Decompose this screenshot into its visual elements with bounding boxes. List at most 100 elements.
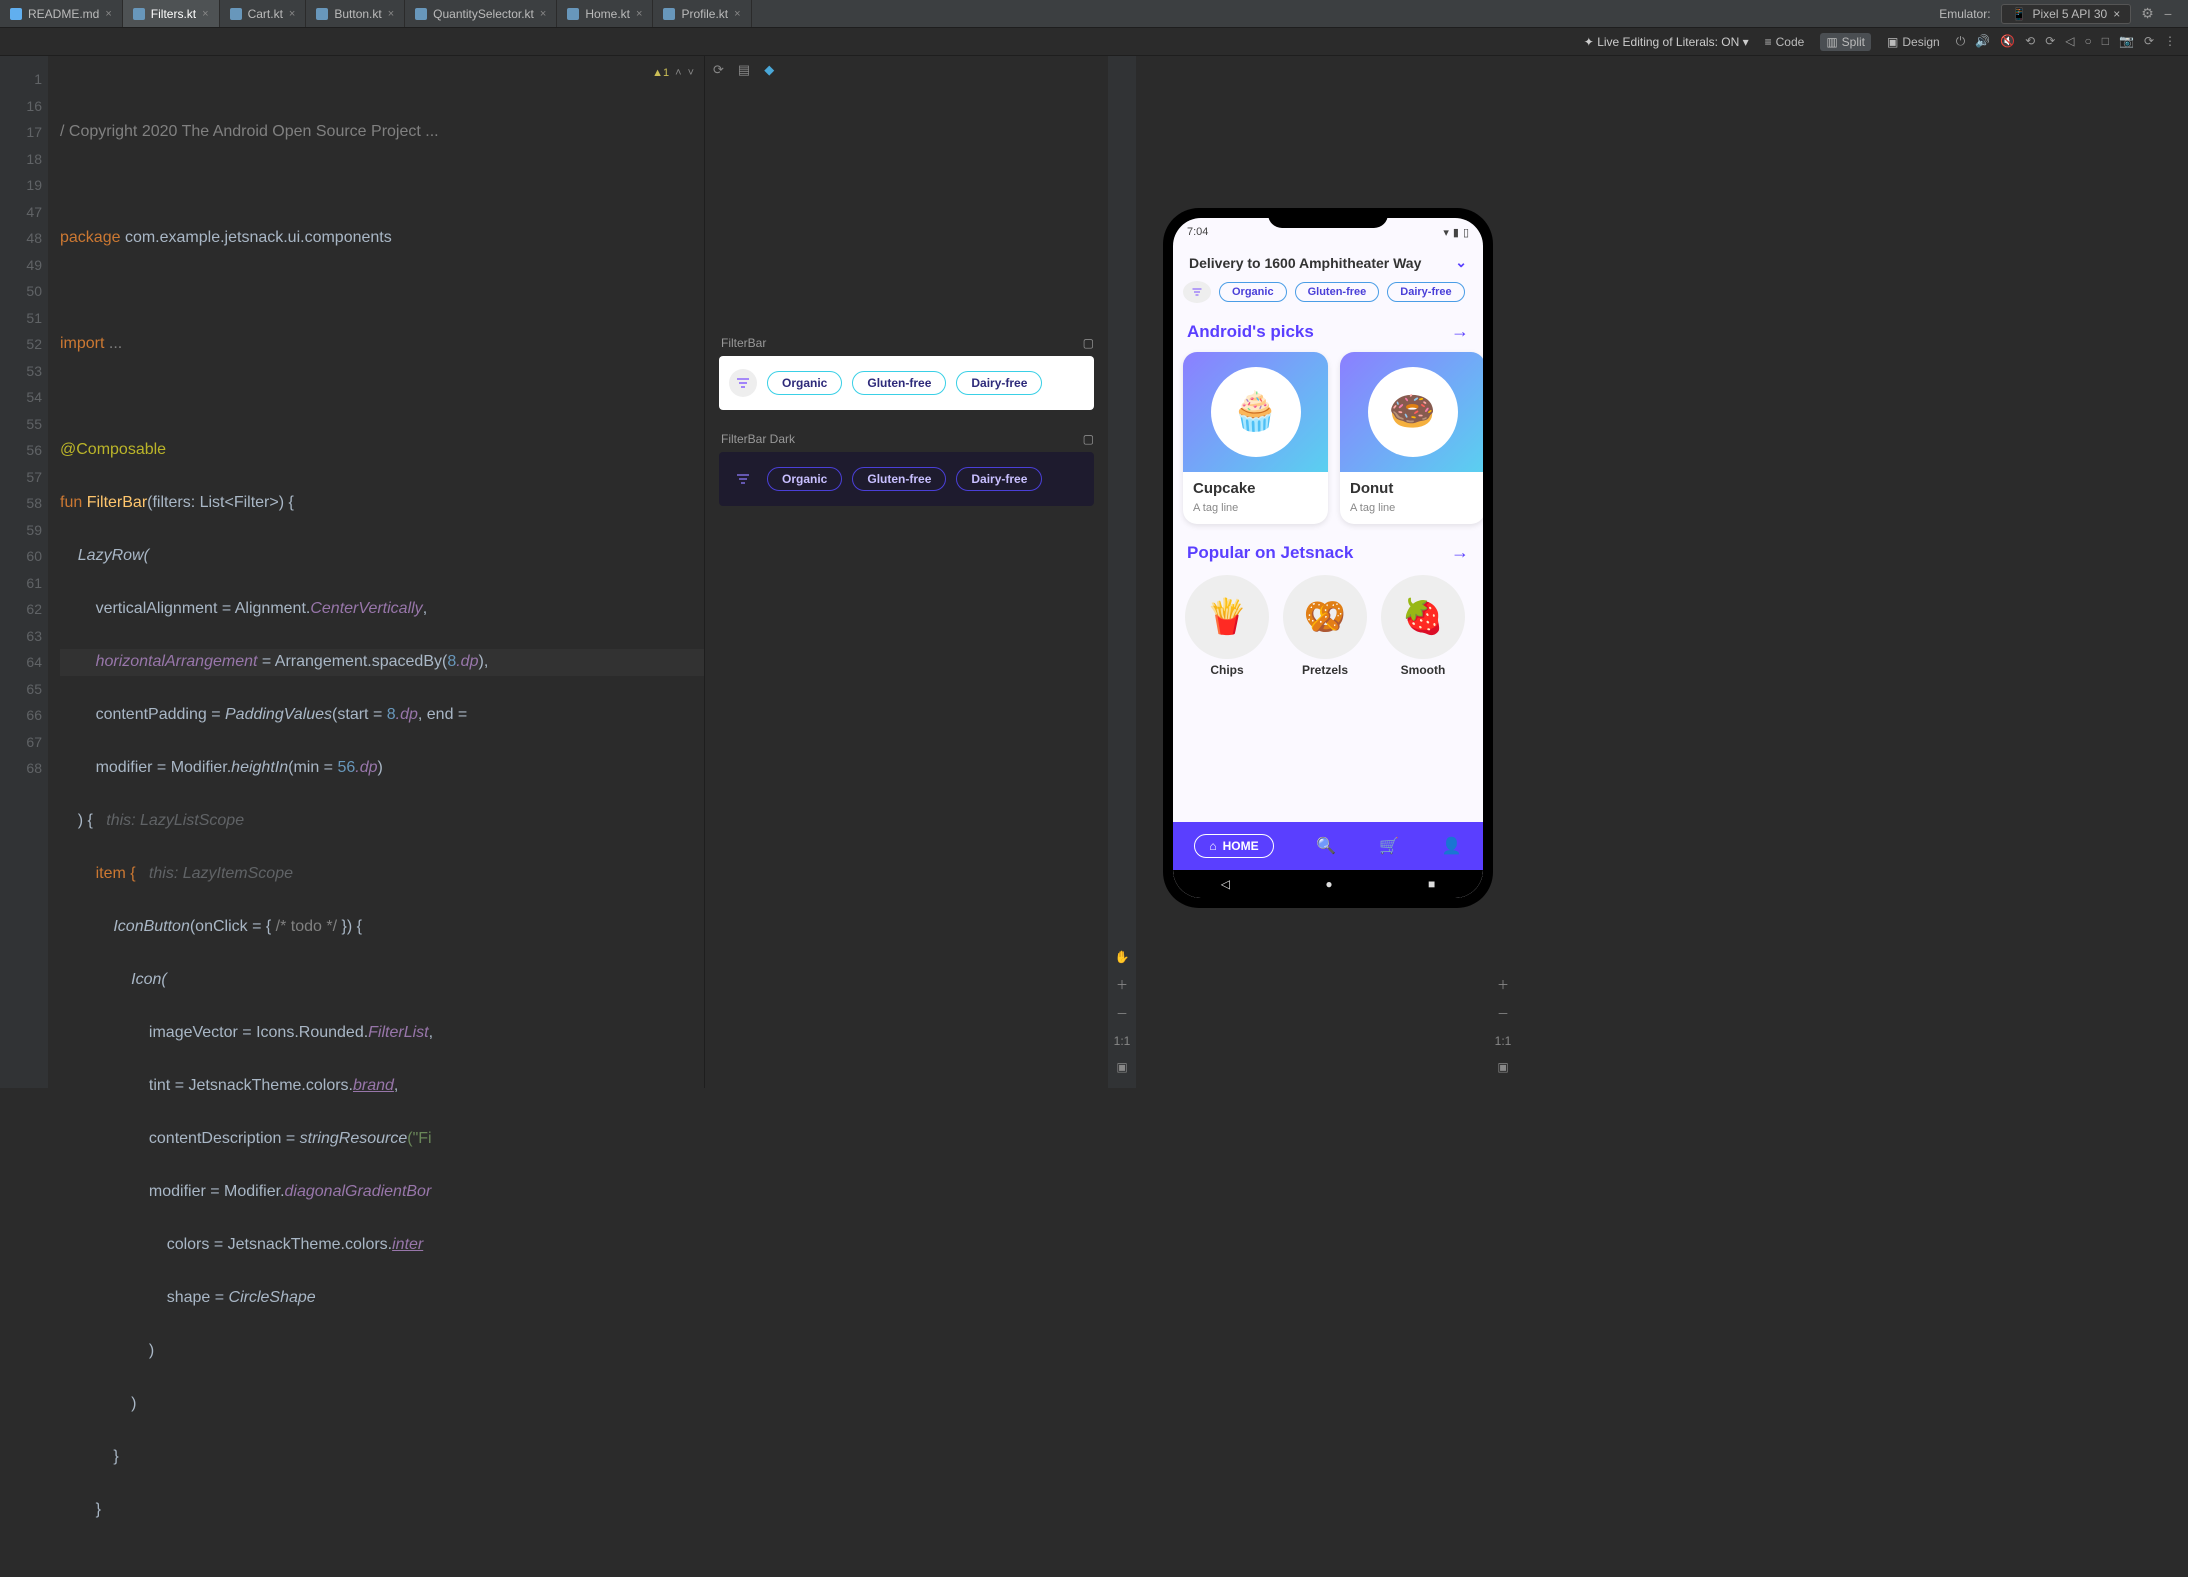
popular-item[interactable]: 🍟 Chips bbox=[1185, 575, 1269, 677]
chevron-up-icon[interactable]: ˄ bbox=[675, 60, 681, 87]
tab-filters[interactable]: Filters.kt × bbox=[123, 0, 220, 27]
snack-tagline: A tag line bbox=[1193, 502, 1238, 514]
zoom-in-icon[interactable]: ＋ bbox=[1497, 976, 1509, 993]
fit-screen-icon[interactable]: ▣ bbox=[1116, 1060, 1127, 1074]
tab-label: README.md bbox=[28, 7, 99, 21]
zoom-in-icon[interactable]: ＋ bbox=[1116, 976, 1128, 993]
filter-chip[interactable]: Dairy-free bbox=[956, 371, 1042, 395]
inspection-badges[interactable]: ▲1 ˄ ˅ bbox=[652, 60, 694, 87]
snack-card[interactable]: 🧁 CupcakeA tag line bbox=[1183, 352, 1328, 524]
close-icon[interactable]: × bbox=[636, 8, 642, 20]
nav-cart-icon[interactable]: 🛒 bbox=[1379, 836, 1399, 856]
filter-chip[interactable]: Gluten-free bbox=[1295, 282, 1380, 302]
tab-home[interactable]: Home.kt× bbox=[557, 0, 653, 27]
overview-icon[interactable]: □ bbox=[2102, 34, 2109, 49]
item-image: 🍓 bbox=[1381, 575, 1465, 659]
close-icon[interactable]: × bbox=[540, 8, 546, 20]
screenshot-icon[interactable]: 📷 bbox=[2119, 34, 2134, 49]
item-image: 🍟 bbox=[1185, 575, 1269, 659]
power-icon[interactable]: ⏻ bbox=[1956, 34, 1966, 49]
zoom-out-icon[interactable]: － bbox=[1116, 1005, 1128, 1022]
fit-screen-icon[interactable]: ▣ bbox=[1497, 1060, 1508, 1074]
emulator-controls: ⏻ 🔊 🔇 ⟲ ⟳ ◁ ○ □ 📷 ⟳ ⋮ bbox=[1956, 34, 2176, 49]
snack-tagline: A tag line bbox=[1350, 502, 1395, 514]
sys-back-icon[interactable]: ◁ bbox=[1221, 877, 1230, 891]
filter-chip[interactable]: Organic bbox=[767, 467, 842, 491]
volume-down-icon[interactable]: 🔇 bbox=[2000, 34, 2015, 49]
warning-icon[interactable]: ▲1 bbox=[652, 60, 669, 87]
zoom-fit[interactable]: 1:1 bbox=[1495, 1034, 1512, 1048]
filter-list-icon[interactable] bbox=[729, 465, 757, 493]
chevron-down-icon[interactable]: ˅ bbox=[688, 60, 694, 87]
item-label: Chips bbox=[1210, 663, 1243, 677]
popular-item[interactable]: 🍓Smooth bbox=[1381, 575, 1465, 677]
tab-label: Filters.kt bbox=[151, 7, 196, 21]
more-icon[interactable]: ⋮ bbox=[2164, 34, 2176, 49]
gear-icon[interactable]: ⚙ bbox=[2141, 5, 2154, 22]
tab-cart[interactable]: Cart.kt× bbox=[220, 0, 307, 27]
home-icon[interactable]: ○ bbox=[2084, 34, 2091, 49]
close-icon[interactable]: × bbox=[734, 8, 740, 20]
close-icon[interactable]: × bbox=[2113, 7, 2120, 21]
delivery-address[interactable]: Delivery to 1600 Amphitheater Way⌄ bbox=[1173, 246, 1483, 281]
popular-item[interactable]: 🥨Pretzels bbox=[1283, 575, 1367, 677]
close-icon[interactable]: × bbox=[105, 8, 111, 20]
snack-title: Donut bbox=[1350, 480, 1393, 497]
tab-readme[interactable]: README.md × bbox=[0, 0, 123, 27]
filterbar-preview-dark[interactable]: Organic Gluten-free Dairy-free bbox=[719, 452, 1094, 506]
arrow-right-icon[interactable]: → bbox=[1451, 542, 1469, 563]
sys-recent-icon[interactable]: ■ bbox=[1428, 877, 1435, 891]
device-name: Pixel 5 API 30 bbox=[2033, 7, 2108, 21]
zoom-fit[interactable]: 1:1 bbox=[1114, 1034, 1131, 1048]
filter-list-icon[interactable] bbox=[729, 369, 757, 397]
device-frame-icon[interactable]: ▢ bbox=[1083, 336, 1094, 350]
emulator-label: Emulator: bbox=[1939, 7, 1990, 21]
close-icon[interactable]: × bbox=[388, 8, 394, 20]
snack-card[interactable]: 🍩 DonutA tag line bbox=[1340, 352, 1483, 524]
close-icon[interactable]: × bbox=[202, 8, 208, 20]
view-split[interactable]: ▥ Split bbox=[1820, 33, 1871, 51]
tab-quantity[interactable]: QuantitySelector.kt× bbox=[405, 0, 557, 27]
filter-chip[interactable]: Organic bbox=[767, 371, 842, 395]
menu-icon[interactable]: − bbox=[2164, 6, 2172, 22]
pan-icon[interactable]: ✋ bbox=[1115, 950, 1130, 964]
wifi-icon: ▾ bbox=[1443, 226, 1449, 239]
section-header: Android's picks → bbox=[1173, 315, 1483, 348]
volume-up-icon[interactable]: 🔊 bbox=[1975, 34, 1990, 49]
live-edit-toggle[interactable]: ✦ Live Editing of Literals: ON ▾ bbox=[1584, 35, 1749, 49]
filterbar-preview-light[interactable]: Organic Gluten-free Dairy-free bbox=[719, 356, 1094, 410]
view-code[interactable]: ≡ Code bbox=[1759, 33, 1811, 51]
filter-chip[interactable]: Gluten-free bbox=[852, 371, 946, 395]
filter-chip[interactable]: Gluten-free bbox=[852, 467, 946, 491]
filter-list-icon[interactable] bbox=[1183, 281, 1211, 303]
view-design[interactable]: ▣ Design bbox=[1881, 33, 1946, 51]
nav-search-icon[interactable]: 🔍 bbox=[1316, 836, 1336, 856]
record-icon[interactable]: ⟳ bbox=[2144, 34, 2154, 49]
rotate-left-icon[interactable]: ⟲ bbox=[2025, 34, 2035, 49]
filter-chip[interactable]: Dairy-free bbox=[956, 467, 1042, 491]
tab-profile[interactable]: Profile.kt × bbox=[653, 0, 751, 27]
rotate-right-icon[interactable]: ⟳ bbox=[2045, 34, 2055, 49]
preview-label-light: FilterBar ▢ bbox=[721, 336, 1094, 350]
device-frame-icon[interactable]: ▢ bbox=[1083, 432, 1094, 446]
editor-tabs: README.md × Filters.kt × Cart.kt× Button.k… bbox=[0, 0, 752, 27]
sys-home-icon[interactable]: ● bbox=[1325, 877, 1332, 891]
item-image: 🥨 bbox=[1283, 575, 1367, 659]
device-notch bbox=[1268, 208, 1388, 228]
close-icon[interactable]: × bbox=[289, 8, 295, 20]
filter-chip[interactable]: Dairy-free bbox=[1387, 282, 1464, 302]
zoom-out-icon[interactable]: － bbox=[1497, 1005, 1509, 1022]
nav-home[interactable]: ⌂ HOME bbox=[1194, 834, 1273, 858]
snack-cards[interactable]: 🧁 CupcakeA tag line 🍩 DonutA tag line bbox=[1173, 348, 1483, 536]
device-screen[interactable]: 7:04 ▾▮▯ Delivery to 1600 Amphitheater W… bbox=[1173, 218, 1483, 898]
arrow-right-icon[interactable]: → bbox=[1451, 321, 1469, 342]
device-dropdown[interactable]: 📱 Pixel 5 API 30 × bbox=[2001, 4, 2132, 24]
popular-row[interactable]: 🍟 Chips 🥨Pretzels 🍓Smooth bbox=[1173, 569, 1483, 683]
code-editor[interactable]: ▲1 ˄ ˅ / Copyright 2020 The Android Open… bbox=[48, 56, 704, 1088]
emulator-selector: Emulator: 📱 Pixel 5 API 30 × ⚙ − bbox=[1939, 4, 2188, 24]
back-icon[interactable]: ◁ bbox=[2065, 34, 2074, 49]
nav-profile-icon[interactable]: 👤 bbox=[1442, 836, 1462, 856]
filter-chip[interactable]: Organic bbox=[1219, 282, 1287, 302]
tab-button[interactable]: Button.kt× bbox=[306, 0, 405, 27]
tab-label: Profile.kt bbox=[681, 7, 728, 21]
